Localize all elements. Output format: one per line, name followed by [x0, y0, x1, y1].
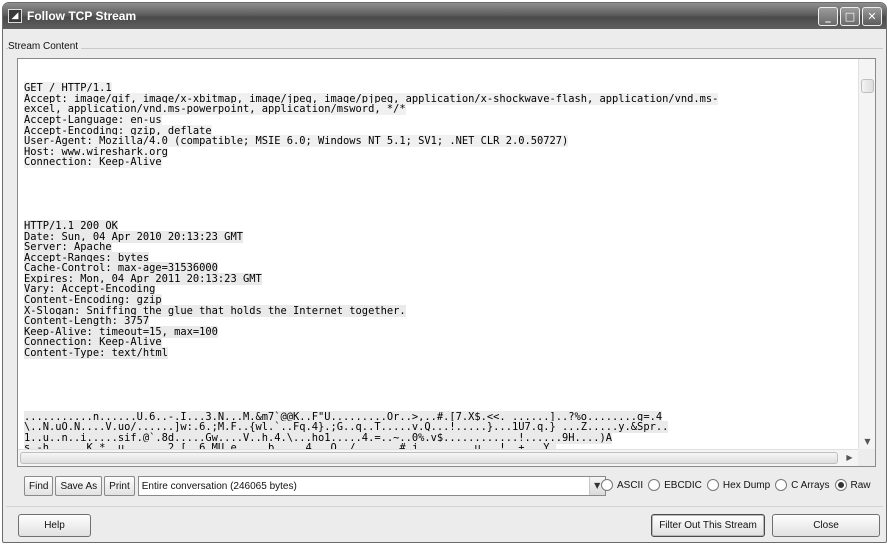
- server-response-text: HTTP/1.1 200 OK Date: Sun, 04 Apr 2010 2…: [24, 219, 858, 360]
- format-radio-label: EBCDIC: [664, 479, 702, 491]
- format-radio-label: ASCII: [617, 479, 644, 491]
- horizontal-scroll-thumb[interactable]: [20, 452, 838, 464]
- close-button[interactable]: Close: [772, 514, 880, 537]
- radio-button-icon[interactable]: [648, 479, 661, 491]
- scroll-down-arrow-icon[interactable]: ▼: [859, 434, 876, 450]
- footer-divider: [6, 506, 883, 507]
- stream-content-textarea[interactable]: GET / HTTP/1.1 Accept: image/gif, image/…: [17, 58, 876, 467]
- radio-button-icon[interactable]: [834, 479, 847, 491]
- window-title: Follow TCP Stream: [27, 9, 137, 23]
- client-request-text: GET / HTTP/1.1 Accept: image/gif, image/…: [24, 82, 858, 169]
- title-bar[interactable]: ◢ Follow TCP Stream _ □ ✕: [3, 3, 886, 29]
- stream-text[interactable]: GET / HTTP/1.1 Accept: image/gif, image/…: [18, 59, 858, 450]
- group-divider: [6, 48, 883, 49]
- conversation-select-value: Entire conversation (246065 bytes): [141, 480, 297, 492]
- format-radio-group: ASCII EBCDIC Hex Dump C Arrays Raw: [601, 479, 876, 491]
- maximize-button[interactable]: □: [840, 6, 860, 26]
- stream-content-label: Stream Content: [8, 41, 82, 52]
- horizontal-scrollbar[interactable]: ▶: [18, 449, 858, 466]
- radio-button-icon[interactable]: [775, 479, 788, 491]
- format-radio-raw[interactable]: Raw: [834, 479, 871, 491]
- close-window-button[interactable]: ✕: [862, 6, 882, 26]
- format-radio-ascii[interactable]: ASCII: [601, 479, 643, 491]
- format-radio-label: Hex Dump: [722, 479, 771, 491]
- stream-toolbar: Find Save As Print Entire conversation (…: [24, 476, 606, 496]
- format-radio-hex-dump[interactable]: Hex Dump: [706, 479, 771, 491]
- scroll-right-arrow-icon[interactable]: ▶: [841, 450, 858, 466]
- format-radio-ebcdic[interactable]: EBCDIC: [648, 479, 702, 491]
- filter-out-stream-button[interactable]: Filter Out This Stream: [651, 514, 765, 537]
- radio-button-icon[interactable]: [706, 479, 719, 491]
- minimize-button[interactable]: _: [818, 6, 838, 26]
- format-radio-label: C Arrays: [791, 479, 830, 491]
- format-radio-label: Raw: [850, 479, 871, 491]
- stream-line: Content-Type: text/html: [24, 347, 168, 360]
- vertical-scrollbar[interactable]: ▼: [858, 59, 875, 450]
- scrollbar-corner: [858, 449, 875, 466]
- print-button[interactable]: Print: [104, 476, 135, 496]
- find-button[interactable]: Find: [24, 476, 54, 496]
- follow-tcp-stream-window: ◢ Follow TCP Stream _ □ ✕ Stream Content…: [2, 2, 887, 543]
- wireshark-app-icon: ◢: [8, 9, 22, 23]
- vertical-scroll-thumb[interactable]: [861, 79, 874, 93]
- stream-line: Connection: Keep-Alive: [24, 156, 162, 169]
- radio-selected-dot-icon: [837, 482, 844, 488]
- help-button[interactable]: Help: [18, 514, 91, 537]
- binary-body-text: ...........n......U.6..-.I...3.N...M.&m7…: [24, 410, 858, 450]
- save-as-button[interactable]: Save As: [55, 476, 103, 496]
- format-radio-c-arrays[interactable]: C Arrays: [775, 479, 830, 491]
- radio-button-icon[interactable]: [601, 479, 613, 491]
- conversation-select[interactable]: Entire conversation (246065 bytes) ▼: [137, 476, 606, 496]
